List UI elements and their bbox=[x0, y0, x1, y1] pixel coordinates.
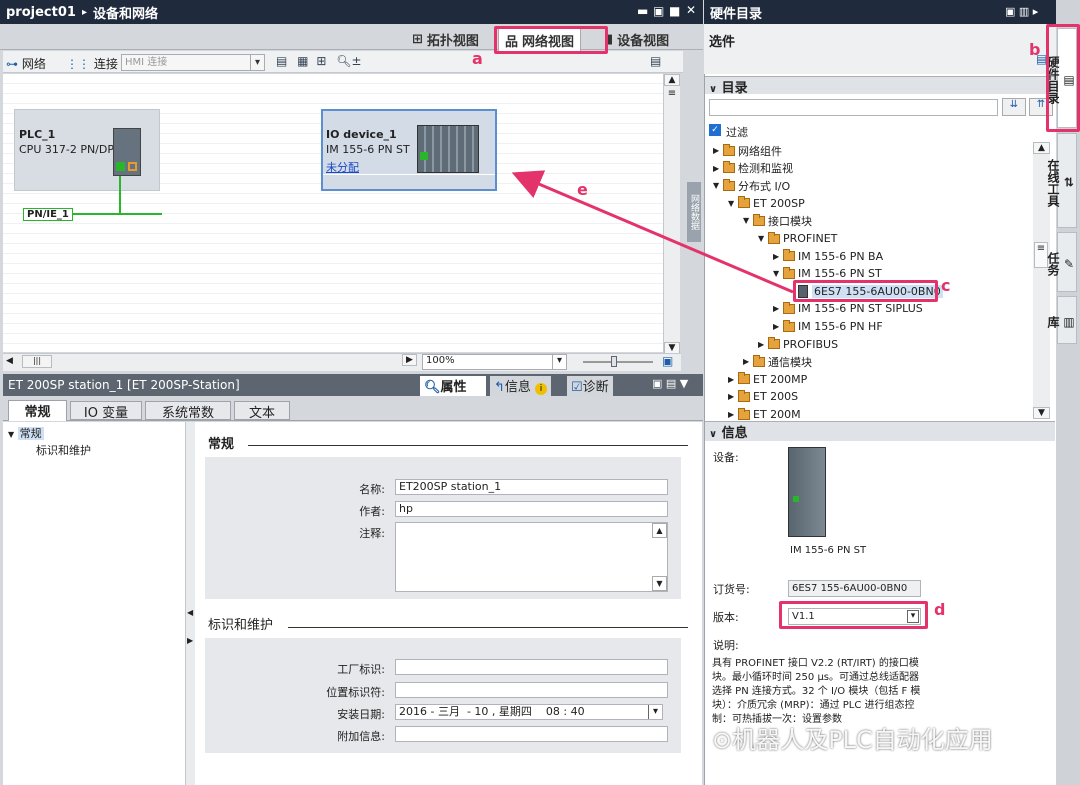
watermark: ⊙机器人及PLC自动化应用 bbox=[712, 720, 993, 755]
wechat-icon: ⊙ bbox=[712, 726, 733, 754]
drag-arrow bbox=[511, 170, 794, 294]
watermark-text: 机器人及PLC自动化应用 bbox=[732, 726, 993, 754]
